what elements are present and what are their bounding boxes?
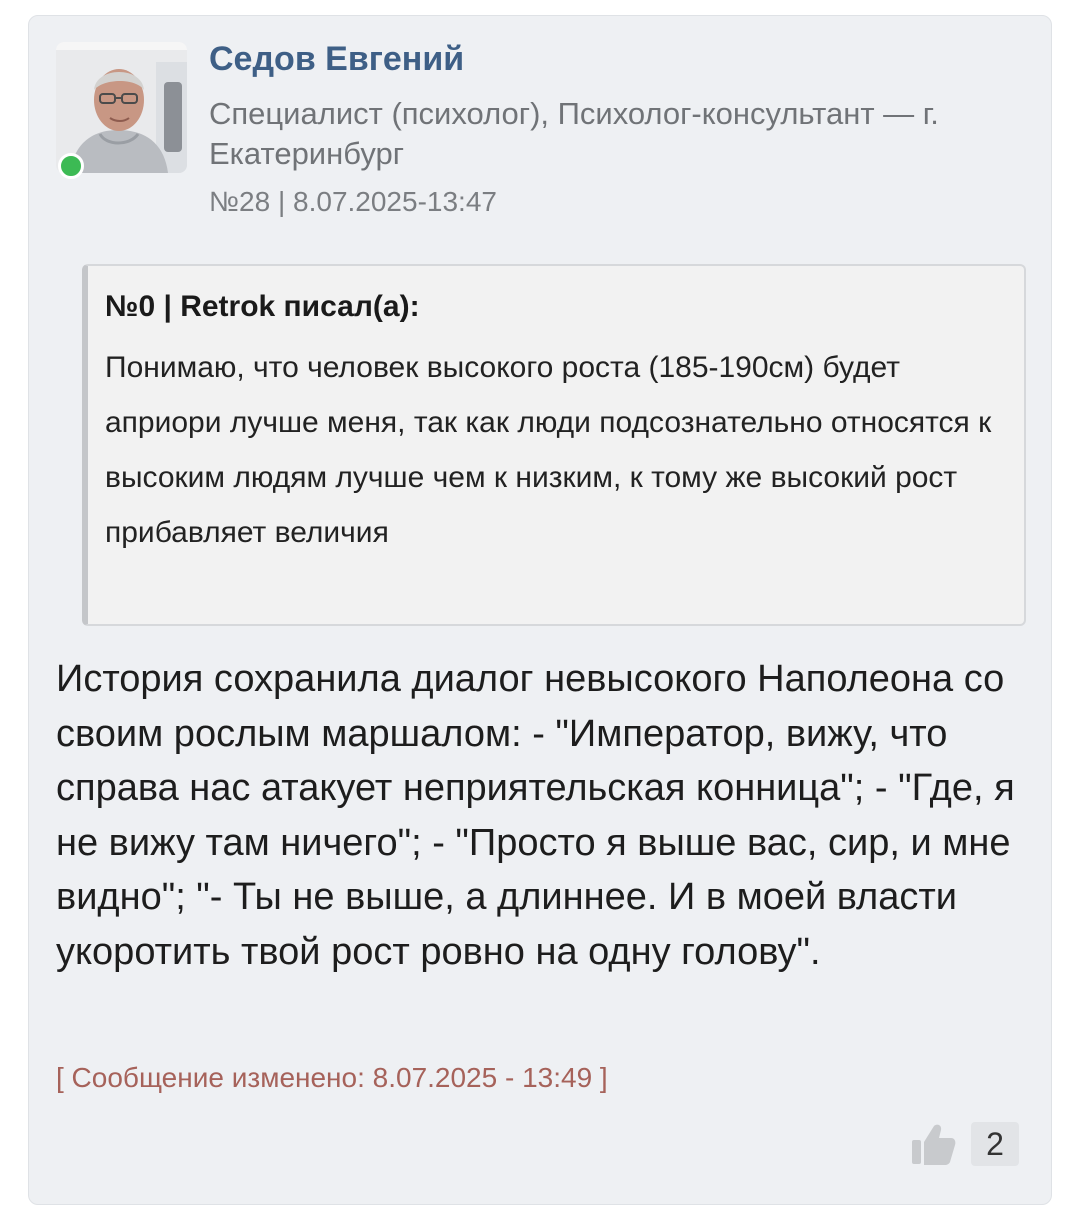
quote-header[interactable]: №0 | Retrok писал(а): [105,286,1004,328]
post-number-date[interactable]: №28 | 8.07.2025-13:47 [209,186,497,218]
forum-post-card: Седов Евгений Специалист (психолог), Пси… [28,15,1052,1205]
online-status-indicator [58,153,84,179]
post-body-text: История сохранила диалог невысокого Напо… [56,658,1015,973]
edited-note: [ Сообщение изменено: 8.07.2025 - 13:49 … [56,1062,608,1093]
like-count: 2 [971,1122,1019,1166]
quote-text: Понимаю, что человек высокого роста (185… [105,351,992,549]
author-role: Специалист (психолог), Психолог-консульт… [209,96,939,171]
author-name-link[interactable]: Седов Евгений [209,40,464,79]
thumbs-up-icon[interactable] [909,1120,957,1168]
quote-block: №0 | Retrok писал(а): Понимаю, что челов… [82,264,1026,626]
author-avatar-container[interactable] [56,42,187,179]
